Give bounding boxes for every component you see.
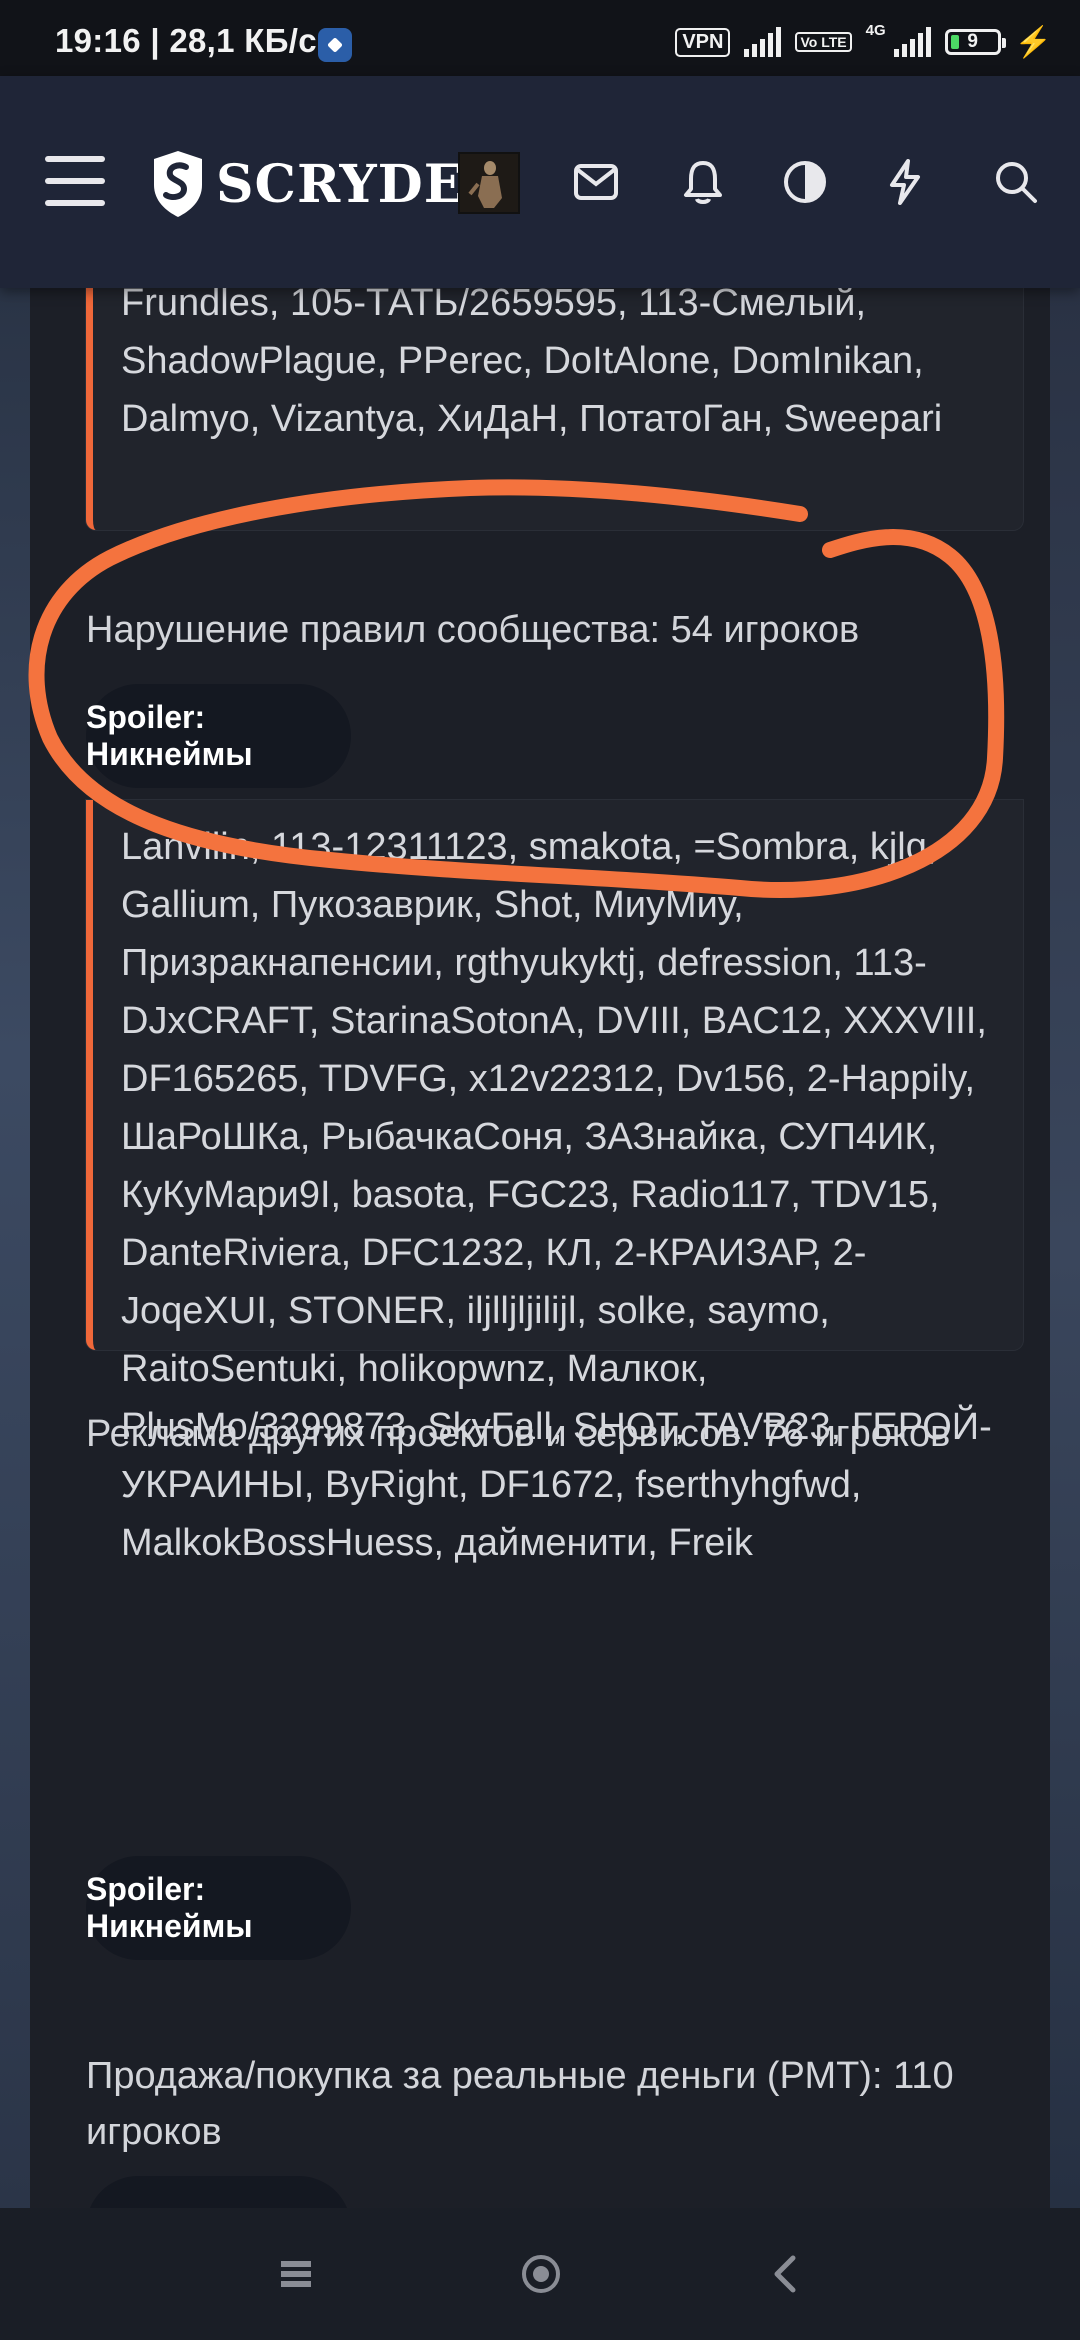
spoiler-content-nicknames-2: Lanvilin, 113-12311123, smakota, =Sombra…	[86, 800, 1023, 1564]
section-title-advertising: Реклама других проектов и сервисов: 76 и…	[86, 1413, 951, 1455]
android-nav-bar	[0, 2208, 1080, 2340]
network-type-label: 4G	[865, 22, 886, 39]
battery-level: 9	[967, 31, 978, 52]
section-title-rmt: Продажа/покупка за реальные деньги (РМТ)…	[86, 2055, 954, 2153]
avatar-figure-icon	[460, 154, 518, 212]
home-icon[interactable]	[511, 2246, 571, 2302]
status-bar: 19:16 | 28,1 КБ/с VPN Vo LTE 4G 9 ⚡	[0, 0, 1080, 76]
bell-icon[interactable]	[675, 154, 731, 210]
search-icon[interactable]	[988, 154, 1044, 210]
spoiler-button-partial[interactable]	[86, 2176, 351, 2208]
battery-icon: 9	[944, 29, 1006, 55]
back-icon[interactable]	[755, 2246, 815, 2302]
bolt-icon[interactable]	[877, 154, 933, 210]
recents-icon[interactable]	[266, 2246, 326, 2302]
vk-notification-icon	[318, 28, 352, 62]
vpn-icon: VPN	[675, 27, 731, 57]
spoiler-button-label: Spoiler: Никнеймы	[86, 699, 253, 772]
contrast-icon[interactable]	[777, 154, 833, 210]
user-avatar[interactable]	[458, 152, 520, 214]
signal-4g-icon	[893, 27, 931, 57]
spoiler-content-nicknames-1: Frundles, 105-ТАТЬ/2659595, 113-Смелый, …	[86, 288, 1023, 530]
logo-shield-icon	[154, 151, 202, 217]
volte-icon: Vo LTE	[795, 32, 852, 52]
nickname-list: Frundles, 105-ТАТЬ/2659595, 113-Смелый, …	[121, 288, 943, 440]
site-header: SCRYDE	[0, 76, 1080, 288]
signal-icon	[744, 27, 782, 57]
charging-icon: ⚡	[1014, 25, 1052, 59]
background-art-right	[1050, 288, 1080, 2208]
menu-icon[interactable]	[45, 156, 105, 206]
spoiler-button-label: Spoiler: Никнеймы	[86, 1871, 253, 1944]
section-title-community-rules: Нарушение правил сообщества: 54 игроков	[86, 609, 860, 651]
spoiler-button[interactable]: Spoiler: Никнеймы	[86, 684, 351, 788]
background-art-left	[0, 288, 30, 2208]
logo-text: SCRYDE	[216, 153, 465, 215]
status-time: 19:16 | 28,1 КБ/с	[55, 22, 317, 59]
site-logo[interactable]: SCRYDE	[150, 144, 464, 224]
status-icons: VPN Vo LTE 4G 9 ⚡	[675, 22, 1052, 62]
mail-icon[interactable]	[568, 154, 624, 210]
post-body: Frundles, 105-ТАТЬ/2659595, 113-Смелый, …	[30, 288, 1050, 2208]
spoiler-button[interactable]: Spoiler: Никнеймы	[86, 1856, 351, 1960]
page-content: Frundles, 105-ТАТЬ/2659595, 113-Смелый, …	[0, 288, 1080, 2208]
